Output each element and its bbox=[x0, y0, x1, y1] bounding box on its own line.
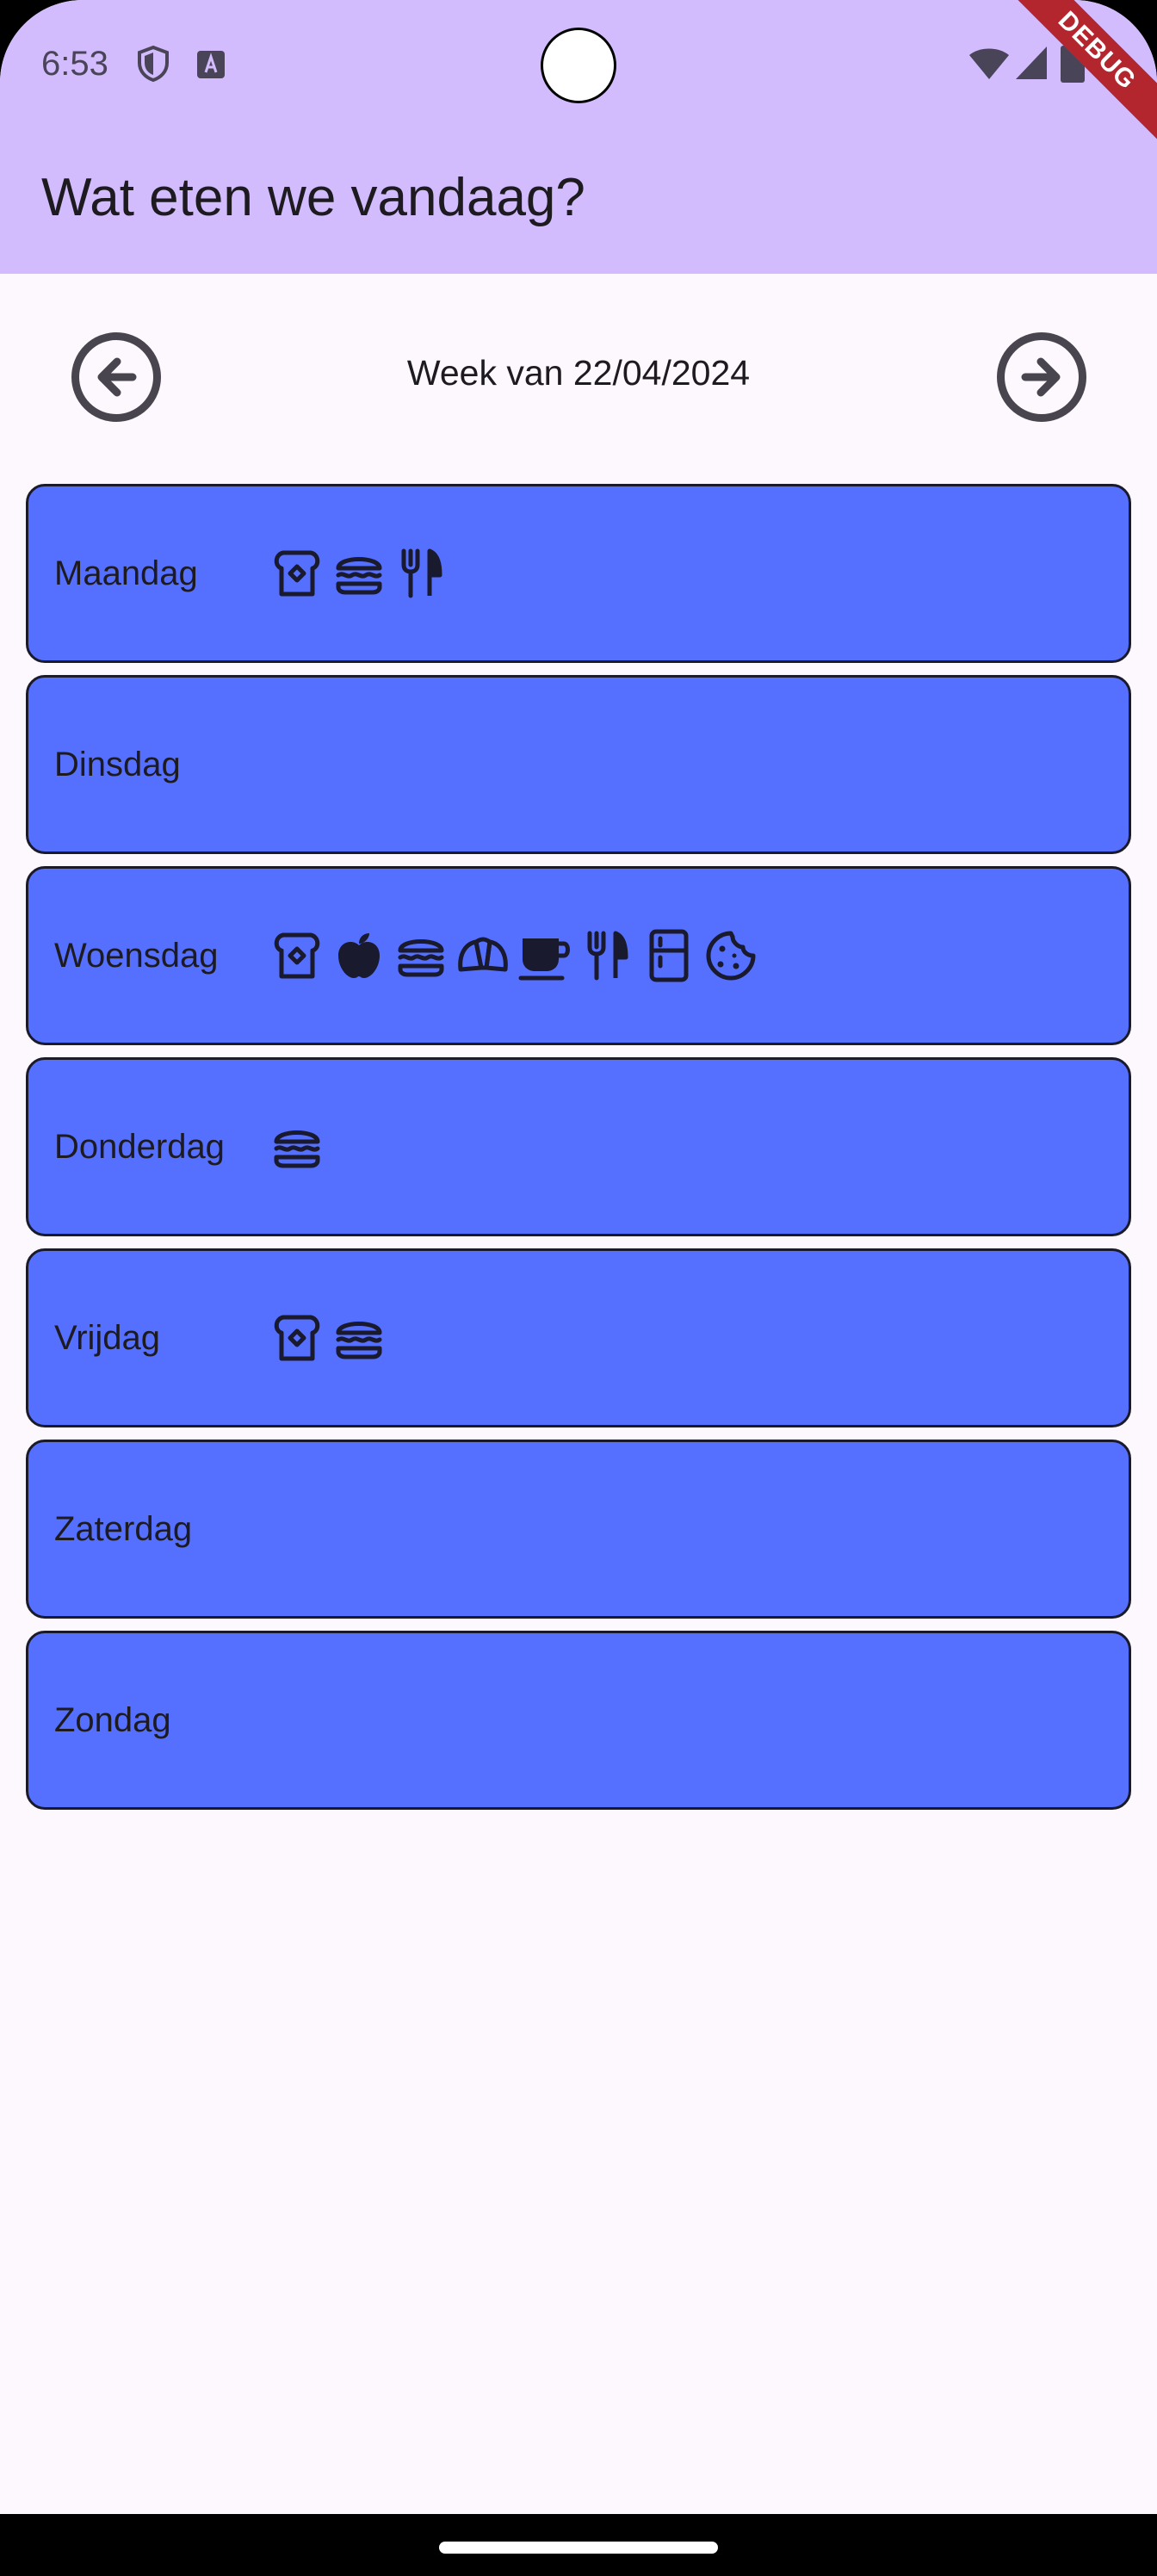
day-label: Donderdag bbox=[54, 1128, 225, 1166]
week-label: Week van 22/04/2024 bbox=[406, 353, 751, 393]
toast-icon bbox=[274, 550, 320, 597]
debug-banner: DEBUG bbox=[979, 0, 1157, 169]
day-card-vrijdag[interactable]: Vrijdag bbox=[26, 1248, 1131, 1427]
arrow-right-icon bbox=[1021, 357, 1061, 397]
status-time: 6:53 bbox=[41, 45, 108, 83]
wifi-icon bbox=[969, 48, 1009, 79]
fridge-icon bbox=[649, 929, 689, 982]
day-card-dinsdag[interactable]: Dinsdag bbox=[26, 675, 1131, 854]
camera-cutout bbox=[541, 28, 616, 103]
coffee-icon bbox=[518, 938, 570, 981]
meal-icons bbox=[269, 1251, 387, 1425]
toast-icon bbox=[274, 932, 320, 979]
app-screen: 6:53 DEBUG Wat eten we vandaag? Week van bbox=[0, 0, 1157, 2576]
burger-icon bbox=[336, 1322, 382, 1359]
croissant-icon bbox=[458, 937, 508, 972]
day-card-maandag[interactable]: Maandag bbox=[26, 484, 1131, 663]
apple-icon bbox=[338, 933, 380, 978]
day-card-woensdag[interactable]: Woensdag bbox=[26, 866, 1131, 1045]
app-bar: 6:53 DEBUG Wat eten we vandaag? bbox=[0, 0, 1157, 274]
home-gesture-handle[interactable] bbox=[439, 2542, 718, 2554]
meal-icons bbox=[269, 486, 449, 660]
day-label: Vrijdag bbox=[54, 1319, 161, 1357]
signal-icon bbox=[1016, 46, 1047, 79]
day-label: Dinsdag bbox=[54, 746, 181, 783]
shield-icon bbox=[138, 45, 169, 83]
day-card-zaterdag[interactable]: Zaterdag bbox=[26, 1440, 1131, 1619]
utensils-icon bbox=[401, 548, 442, 598]
day-label: Maandag bbox=[54, 554, 198, 592]
day-card-donderdag[interactable]: Donderdag bbox=[26, 1057, 1131, 1236]
toast-icon bbox=[274, 1315, 320, 1361]
meal-icons bbox=[269, 869, 758, 1043]
accessibility-a-icon bbox=[197, 51, 225, 78]
burger-icon bbox=[274, 1130, 320, 1168]
cookie-icon bbox=[706, 931, 756, 981]
next-week-button[interactable] bbox=[997, 332, 1086, 422]
utensils-icon bbox=[587, 931, 628, 981]
day-label: Zaterdag bbox=[54, 1510, 193, 1548]
burger-icon bbox=[336, 557, 382, 595]
meal-icons bbox=[269, 1060, 325, 1234]
day-label: Woensdag bbox=[54, 937, 219, 975]
day-card-zondag[interactable]: Zondag bbox=[26, 1631, 1131, 1810]
burger-icon bbox=[398, 939, 444, 977]
page-title: Wat eten we vandaag? bbox=[41, 168, 585, 227]
day-label: Zondag bbox=[54, 1701, 171, 1739]
